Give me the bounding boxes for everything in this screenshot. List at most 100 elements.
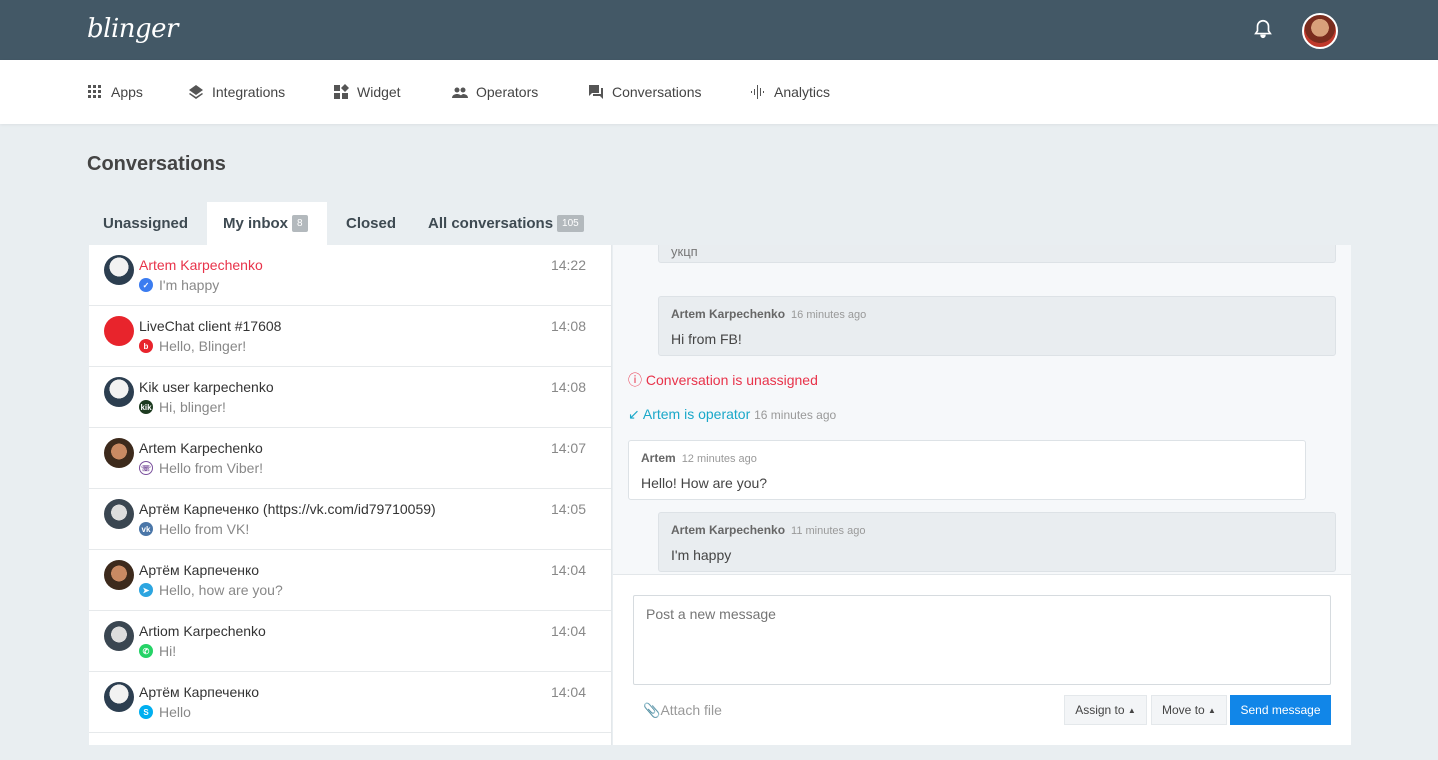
skype-icon: S (139, 705, 153, 719)
conversation-time: 14:08 (550, 318, 586, 334)
conversation-time: 14:05 (550, 501, 586, 517)
message-preview: Hello from VK! (159, 521, 250, 537)
telegram-icon: ➤ (139, 583, 153, 597)
widget-icon (334, 84, 349, 99)
message-preview: Hello, Blinger! (159, 338, 247, 354)
conversation-item[interactable]: Артём Карпеченко (https://vk.com/id79710… (89, 489, 611, 550)
conversation-time: 14:07 (550, 440, 586, 456)
message-text: Hello! How are you? (641, 475, 768, 491)
message-author: Artem Karpechenko (671, 307, 786, 321)
tab-all-conversations[interactable]: All conversations 105 (412, 202, 600, 245)
conversation-item[interactable]: LiveChat client #17608 14:08 b Hello, Bl… (89, 306, 611, 367)
tab-closed[interactable]: Closed (330, 202, 412, 245)
nav-label: Widget (357, 84, 401, 100)
contact-name: Артём Карпеченко (https://vk.com/id79710… (139, 501, 436, 517)
avatar (104, 316, 134, 346)
conversation-item[interactable]: Artiom Karpechenko 14:04 ✆ Hi! (89, 611, 611, 672)
avatar (104, 682, 134, 712)
nav-operators[interactable]: Operators (452, 60, 538, 124)
kik-icon: kik (139, 400, 153, 414)
message-preview: Hello (159, 704, 191, 720)
tab-label: My inbox (223, 215, 289, 232)
message-text: укцп (671, 245, 698, 259)
chat-thread: укцп Artem Karpechenko 16 minutes ago Hi f… (613, 245, 1351, 575)
contact-name: Артём Карпеченко (139, 562, 260, 578)
nav-integrations[interactable]: Integrations (188, 60, 285, 124)
blinger-icon: b (139, 339, 153, 353)
nav-apps[interactable]: Apps (87, 60, 143, 124)
message-text: Hi from FB! (671, 331, 742, 347)
assign-to-button[interactable]: Assign to ▲ (1064, 695, 1147, 725)
avatar (104, 560, 134, 590)
count-badge: 105 (557, 215, 584, 232)
notice-text: Conversation is unassigned (645, 372, 818, 388)
main-nav: Apps Integrations Widget Operators Conve… (0, 60, 1438, 124)
messenger-icon: ✓ (139, 278, 153, 292)
info-icon: ⓘ (628, 372, 646, 388)
attach-file-button[interactable]: 📎Attach file (643, 702, 722, 719)
avatar (104, 377, 134, 407)
top-bar: blinger (0, 0, 1438, 60)
message: Artem Karpechenko 16 minutes ago Hi from F… (658, 296, 1336, 356)
message: Artem Karpechenko 11 minutes ago I'm happy (658, 512, 1336, 572)
tab-unassigned[interactable]: Unassigned (87, 202, 204, 245)
message-preview: Hello, how are you? (159, 582, 283, 598)
user-avatar[interactable] (1302, 13, 1338, 49)
contact-name: Kik user karpechenko (139, 379, 274, 395)
contact-name: Artiom Karpechenko (139, 623, 266, 639)
conversation-time: 14:04 (550, 623, 586, 639)
send-message-button[interactable]: Send message (1230, 695, 1331, 725)
notice-time: 16 minutes ago (754, 408, 837, 422)
nav-widget[interactable]: Widget (333, 60, 401, 124)
conversation-time: 14:04 (550, 562, 586, 578)
unassigned-notice: ⓘ Conversation is unassigned (628, 370, 818, 390)
conversation-list: Artem Karpechenko 14:22 ✓ I'm happy Live… (89, 245, 612, 745)
arrow-icon: ↙ (628, 406, 643, 422)
nav-label: Integrations (212, 84, 286, 100)
conversation-time: 14:08 (550, 379, 586, 395)
message-text: I'm happy (671, 547, 732, 563)
message-input[interactable] (633, 595, 1331, 685)
nav-conversations[interactable]: Conversations (588, 60, 702, 124)
whatsapp-icon: ✆ (139, 644, 153, 658)
nav-analytics[interactable]: Analytics (750, 60, 830, 124)
attach-label: Attach file (660, 702, 722, 718)
count-badge: 8 (292, 215, 308, 232)
message: Artem 12 minutes ago Hello! How are you? (628, 440, 1306, 500)
composer: 📎Attach file Assign to ▲ Move to ▲ Send … (613, 575, 1351, 745)
avatar (104, 438, 134, 468)
operator-notice: ↙ Artem is operator 16 minutes ago (628, 406, 836, 423)
viber-icon: ☏ (139, 461, 153, 475)
contact-name: Artem Karpechenko (139, 440, 263, 456)
message-time: 12 minutes ago (681, 453, 757, 465)
tab-label: Closed (346, 215, 397, 232)
conversation-item[interactable]: Artem Karpechenko 14:07 ☏ Hello from Vib… (89, 428, 611, 489)
conversation-item[interactable]: Артём Карпеченко 14:04 S Hello (89, 672, 611, 733)
grid-icon (88, 85, 101, 98)
tab-my-inbox[interactable]: My inbox 8 (207, 202, 327, 245)
message-preview: Hello from Viber! (159, 460, 264, 476)
conversation-time: 14:04 (550, 684, 586, 700)
bell-icon[interactable] (1252, 18, 1274, 40)
people-icon (452, 87, 468, 98)
caret-up-icon: ▲ (1127, 705, 1136, 715)
conversation-item[interactable]: Артём Карпеченко 14:04 ➤ Hello, how are … (89, 550, 611, 611)
conversation-item[interactable]: Artem Karpechenko 14:22 ✓ I'm happy (89, 245, 611, 306)
move-to-button[interactable]: Move to ▲ (1151, 695, 1227, 725)
contact-name: Артём Карпеченко (139, 684, 260, 700)
vk-icon: vk (139, 522, 153, 536)
conversation-item[interactable]: Kik user karpechenko 14:08 kik Hi, bling… (89, 367, 611, 428)
tab-label: Unassigned (103, 215, 189, 232)
avatar (104, 499, 134, 529)
logo[interactable]: blinger (87, 14, 178, 44)
message-time: 16 minutes ago (791, 309, 867, 321)
tab-label: All conversations (428, 215, 554, 232)
contact-name: LiveChat client #17608 (139, 318, 282, 334)
message: укцп (658, 245, 1336, 263)
message-preview: Hi, blinger! (159, 399, 226, 415)
contact-name: Artem Karpechenko (139, 257, 263, 273)
nav-label: Apps (111, 84, 143, 100)
nav-label: Operators (476, 84, 539, 100)
nav-label: Conversations (612, 84, 702, 100)
page-title: Conversations (87, 153, 226, 175)
